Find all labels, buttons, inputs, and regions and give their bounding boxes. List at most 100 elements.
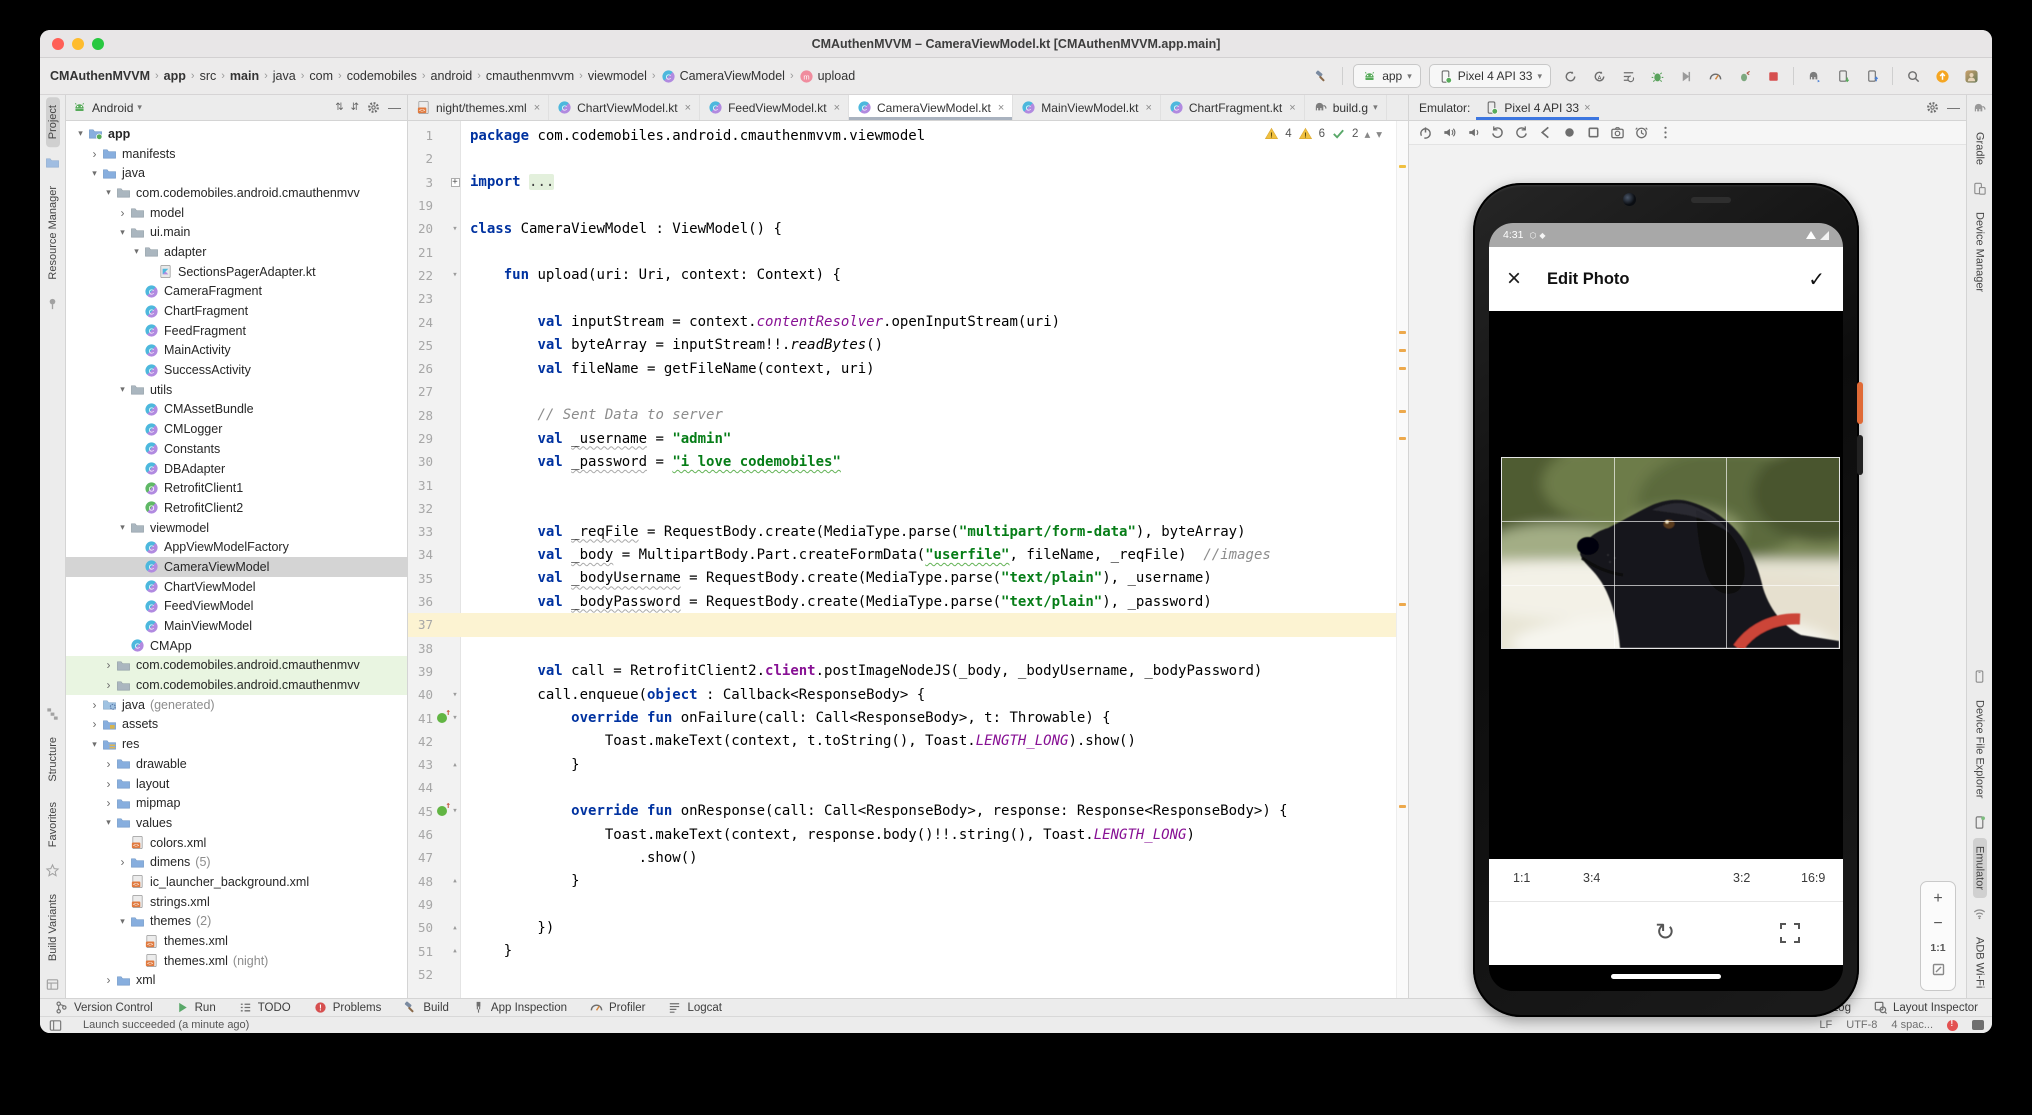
tree-item[interactable]: ▾res (66, 734, 407, 754)
code-line[interactable]: 3+import ... (408, 171, 1408, 194)
tree-item[interactable]: ▾ui.main (66, 222, 407, 242)
code-line[interactable]: 51▴ } (408, 939, 1408, 962)
fold-marker-icon[interactable]: ▴ (449, 876, 461, 886)
tree-item[interactable]: CConstants (66, 439, 407, 459)
home-indicator[interactable] (1611, 974, 1721, 979)
close-icon[interactable]: × (998, 102, 1004, 114)
editor-tab[interactable]: build.g▾ (1305, 95, 1387, 120)
tool-strip-structure[interactable]: Structure (46, 729, 60, 790)
tree-chevron-icon[interactable]: › (102, 678, 115, 692)
zoom-actual-size-button[interactable]: 1:1 (1930, 942, 1945, 954)
breadcrumb-item[interactable]: viewmodel (588, 69, 647, 83)
code-line[interactable]: 19 (408, 194, 1408, 217)
confirm-crop-button[interactable]: ✓ (1808, 267, 1825, 292)
tool-strip-gradle[interactable]: Gradle (1973, 124, 1987, 173)
code-line[interactable]: 22▾ fun upload(uri: Uri, context: Contex… (408, 264, 1408, 287)
tree-item[interactable]: CCMAssetBundle (66, 400, 407, 420)
breadcrumb-item[interactable]: java (273, 69, 296, 83)
tree-item[interactable]: CAppViewModelFactory (66, 537, 407, 557)
tree-item[interactable]: CCMLogger (66, 419, 407, 439)
editor-tab[interactable]: CMainViewModel.kt× (1013, 95, 1161, 120)
tree-item[interactable]: ▾adapter (66, 242, 407, 262)
tool-strip-favorites[interactable]: Favorites (46, 794, 60, 855)
zoom-out-button[interactable]: − (1933, 916, 1942, 932)
camera-button[interactable] (1607, 123, 1627, 143)
tree-item[interactable]: CFeedFragment (66, 321, 407, 341)
volume-down-button[interactable] (1463, 123, 1483, 143)
more-button[interactable] (1655, 123, 1675, 143)
apply-changes-button[interactable] (1559, 65, 1581, 87)
tool-window-button-logcat[interactable]: Logcat (667, 1000, 722, 1015)
device-select[interactable]: Pixel 4 API 33 ▾ (1429, 64, 1551, 88)
tree-chevron-icon[interactable]: ▾ (88, 739, 101, 750)
breadcrumb-item[interactable]: main (230, 69, 259, 83)
code-line[interactable]: 41▾ override fun onFailure(call: Call<Re… (408, 706, 1408, 729)
tree-item[interactable]: ▾com.codemobiles.android.cmauthenmvv (66, 183, 407, 203)
tree-chevron-icon[interactable]: › (102, 777, 115, 791)
power-button[interactable] (1415, 123, 1435, 143)
code-line[interactable]: 52 (408, 963, 1408, 986)
fold-marker-icon[interactable]: ▾ (449, 224, 461, 234)
code-line[interactable]: 39 val call = RetrofitClient2.client.pos… (408, 660, 1408, 683)
zoom-fit-button[interactable] (1932, 963, 1945, 981)
expand-all-icon[interactable]: ⇅ (335, 102, 343, 113)
tool-window-button-layout-inspector[interactable]: Layout Inspector (1873, 1000, 1978, 1015)
tree-item[interactable]: <>strings.xml (66, 892, 407, 912)
gauge-button[interactable] (1704, 65, 1726, 87)
tree-chevron-icon[interactable]: › (88, 717, 101, 731)
code-line[interactable]: 37 (408, 613, 1408, 636)
volume-up-button[interactable] (1439, 123, 1459, 143)
code-line[interactable]: 47 .show() (408, 846, 1408, 869)
tree-item[interactable]: ›mipmap (66, 793, 407, 813)
aspect-ratio-option[interactable]: 3:4 (1583, 871, 1600, 885)
aspect-ratio-option[interactable]: 16:9 (1801, 871, 1825, 885)
editor-tab[interactable]: CFeedViewModel.kt× (700, 95, 849, 120)
code-line[interactable]: 33 val _reqFile = RequestBody.create(Med… (408, 520, 1408, 543)
code-line[interactable]: 29 val _username = "admin" (408, 427, 1408, 450)
code-line[interactable]: 20▾class CameraViewModel : ViewModel() { (408, 217, 1408, 240)
tree-chevron-icon[interactable]: › (116, 206, 129, 220)
tree-chevron-icon[interactable]: ▾ (102, 817, 115, 828)
zoom-in-button[interactable]: + (1933, 891, 1942, 907)
tree-chevron-icon[interactable]: › (102, 973, 115, 987)
code-line[interactable]: 2 (408, 147, 1408, 170)
tool-window-button-todo[interactable]: TODO (238, 1000, 291, 1015)
tool-window-button-problems[interactable]: !Problems (313, 1000, 382, 1015)
tree-item[interactable]: SectionsPagerAdapter.kt (66, 262, 407, 282)
editor-tab[interactable]: <>night/themes.xml× (408, 95, 549, 120)
tree-item[interactable]: ▾app (66, 124, 407, 144)
hide-panel-icon[interactable]: — (388, 100, 401, 115)
override-marker-icon[interactable] (437, 713, 447, 723)
emulator-tab[interactable]: Pixel 4 API 33 × (1476, 95, 1598, 120)
status-item[interactable]: 4 spac... (1891, 1019, 1933, 1031)
breadcrumb-item[interactable]: android (431, 69, 473, 83)
tree-item[interactable]: ▾themes(2) (66, 912, 407, 932)
run-configuration-select[interactable]: app ▾ (1353, 64, 1421, 88)
breadcrumb-item[interactable]: CCameraViewModel (661, 69, 785, 84)
tool-window-button-app-inspection[interactable]: App Inspection (471, 1000, 567, 1015)
prev-issue-icon[interactable]: ▴ (1364, 127, 1370, 141)
editor-tab[interactable]: CCameraViewModel.kt× (849, 95, 1013, 120)
tool-strip-resource-manager[interactable]: Resource Manager (46, 178, 60, 288)
next-issue-icon[interactable]: ▾ (1376, 127, 1382, 141)
snapshots-button[interactable] (1631, 123, 1651, 143)
tool-window-button-build[interactable]: Build (403, 1000, 449, 1015)
project-view-selector[interactable]: Android (92, 101, 133, 115)
tree-item[interactable]: ›com.codemobiles.android.cmauthenmvv (66, 656, 407, 676)
tree-chevron-icon[interactable]: › (88, 147, 101, 161)
cancel-crop-button[interactable]: × (1507, 267, 1521, 291)
tool-strip-adb-wi-fi[interactable]: ADB Wi-Fi (1973, 929, 1987, 996)
attach-button[interactable] (1675, 65, 1697, 87)
tool-windows-icon[interactable] (48, 1018, 63, 1033)
build-hammer-icon[interactable] (1310, 65, 1332, 87)
close-icon[interactable]: × (834, 102, 840, 114)
profiler-list-button[interactable] (1617, 65, 1639, 87)
code-line[interactable]: 27 (408, 380, 1408, 403)
aspect-ratio-option[interactable]: 1:1 (1513, 871, 1530, 885)
phone-screen[interactable]: 4:31 ⬡ ◆ × Edit Photo (1489, 223, 1843, 991)
code-line[interactable]: 24 val inputStream = context.contentReso… (408, 310, 1408, 333)
tree-item[interactable]: ›dimens(5) (66, 852, 407, 872)
tool-strip-build-variants[interactable]: Build Variants (46, 886, 60, 969)
tree-item[interactable]: ›xml (66, 971, 407, 991)
fold-marker-icon[interactable]: ▴ (449, 760, 461, 770)
